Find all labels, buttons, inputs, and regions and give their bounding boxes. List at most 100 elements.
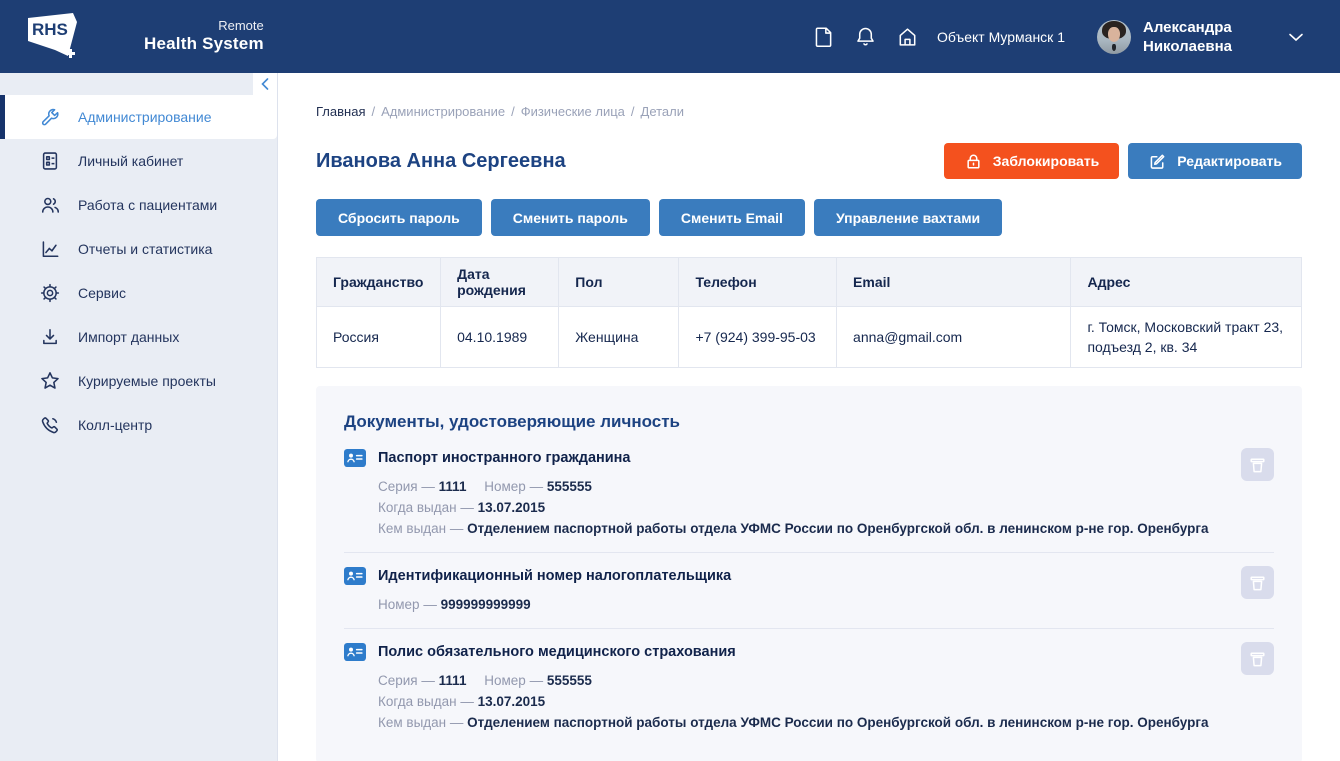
sidebar-item-curated-projects[interactable]: Курируемые проекты bbox=[0, 359, 277, 403]
id-document-icon bbox=[344, 567, 366, 585]
sidebar: Администрирование Личный кабинет bbox=[0, 73, 278, 761]
id-document-icon bbox=[344, 643, 366, 661]
document-field-line: Кем выдан — Отделением паспортной работы… bbox=[378, 712, 1217, 733]
change-password-button[interactable]: Сменить пароль bbox=[491, 199, 650, 236]
user-name[interactable]: Александра Николаевна bbox=[1143, 18, 1232, 56]
breadcrumb-home[interactable]: Главная bbox=[316, 104, 365, 119]
block-button[interactable]: Заблокировать bbox=[944, 143, 1120, 179]
document-field-line: Серия — 1111 Номер — 555555 bbox=[378, 476, 1217, 497]
edit-button[interactable]: Редактировать bbox=[1128, 143, 1302, 179]
download-icon bbox=[38, 325, 62, 349]
user-avatar[interactable] bbox=[1097, 20, 1131, 54]
rhs-logo-icon: RHS bbox=[24, 10, 82, 64]
column-header-citizenship: Гражданство bbox=[317, 258, 441, 307]
document-field-line: Серия — 1111 Номер — 555555 bbox=[378, 670, 1217, 691]
document-title: Паспорт иностранного гражданина bbox=[378, 448, 1217, 468]
delete-document-button[interactable] bbox=[1241, 566, 1274, 599]
sidebar-item-data-import[interactable]: Импорт данных bbox=[0, 315, 277, 359]
divider bbox=[344, 628, 1274, 629]
brand-bottom-text: Health System bbox=[144, 34, 264, 54]
gear-icon bbox=[38, 281, 62, 305]
star-icon bbox=[38, 369, 62, 393]
cell-address: г. Томск, Московский тракт 23, подъезд 2… bbox=[1071, 307, 1302, 368]
cell-citizenship: Россия bbox=[317, 307, 441, 368]
user-menu-chevron-down-icon[interactable] bbox=[1288, 32, 1304, 42]
person-info-table: Гражданство Дата рождения Пол Телефон Em… bbox=[316, 257, 1302, 368]
trash-icon bbox=[1249, 574, 1266, 592]
divider bbox=[344, 552, 1274, 553]
cell-sex: Женщина bbox=[559, 307, 679, 368]
app-header: RHS Remote Health System Объект Мурманс bbox=[0, 0, 1340, 73]
document-title: Идентификационный номер налогоплательщик… bbox=[378, 566, 1217, 586]
sidebar-item-patients[interactable]: Работа с пациентами bbox=[0, 183, 277, 227]
breadcrumb-individuals[interactable]: Физические лица bbox=[521, 104, 625, 119]
user-last-name: Николаевна bbox=[1143, 37, 1232, 56]
block-button-label: Заблокировать bbox=[993, 153, 1100, 169]
document-title: Полис обязательного медицинского страхов… bbox=[378, 642, 1217, 662]
patients-people-icon bbox=[38, 193, 62, 217]
id-document-icon bbox=[344, 449, 366, 467]
brand-top-text: Remote bbox=[144, 19, 264, 34]
main-content: Главная/Администрирование/Физические лиц… bbox=[278, 73, 1340, 761]
document-field-line: Кем выдан — Отделением паспортной работы… bbox=[378, 518, 1217, 539]
documents-section-title: Документы, удостоверяющие личность bbox=[344, 412, 1274, 432]
reset-password-button[interactable]: Сбросить пароль bbox=[316, 199, 482, 236]
chart-line-icon bbox=[38, 237, 62, 261]
sidebar-top-strip bbox=[0, 73, 277, 95]
sidebar-item-reports[interactable]: Отчеты и статистика bbox=[0, 227, 277, 271]
sidebar-item-label: Сервис bbox=[78, 285, 126, 301]
breadcrumb-details: Детали bbox=[641, 104, 685, 119]
documents-icon[interactable] bbox=[811, 25, 835, 49]
document-item-taxpayer-number: Идентификационный номер налогоплательщик… bbox=[344, 566, 1274, 615]
sidebar-item-administration[interactable]: Администрирование bbox=[0, 95, 277, 139]
svg-text:RHS: RHS bbox=[32, 20, 68, 39]
delete-document-button[interactable] bbox=[1241, 448, 1274, 481]
notifications-bell-icon[interactable] bbox=[853, 25, 877, 49]
change-email-button[interactable]: Сменить Email bbox=[659, 199, 805, 236]
identity-documents-section: Документы, удостоверяющие личность Паспо… bbox=[316, 386, 1302, 761]
current-object-label[interactable]: Объект Мурманск 1 bbox=[937, 29, 1065, 45]
table-row: Россия 04.10.1989 Женщина +7 (924) 399-9… bbox=[317, 307, 1302, 368]
sidebar-item-personal-cabinet[interactable]: Личный кабинет bbox=[0, 139, 277, 183]
sidebar-item-label: Отчеты и статистика bbox=[78, 241, 212, 257]
home-icon[interactable] bbox=[895, 25, 919, 49]
document-item-foreign-passport: Паспорт иностранного гражданина Серия — … bbox=[344, 448, 1274, 539]
cell-birthdate: 04.10.1989 bbox=[441, 307, 559, 368]
phone-icon bbox=[38, 413, 62, 437]
delete-document-button[interactable] bbox=[1241, 642, 1274, 675]
column-header-sex: Пол bbox=[559, 258, 679, 307]
document-field-line: Когда выдан — 13.07.2015 bbox=[378, 691, 1217, 712]
edit-button-label: Редактировать bbox=[1177, 153, 1282, 169]
column-header-birthdate: Дата рождения bbox=[441, 258, 559, 307]
sidebar-item-label: Работа с пациентами bbox=[78, 197, 217, 213]
sidebar-item-label: Курируемые проекты bbox=[78, 373, 216, 389]
sidebar-collapse-button[interactable] bbox=[253, 73, 277, 95]
sidebar-item-service[interactable]: Сервис bbox=[0, 271, 277, 315]
lock-icon bbox=[964, 152, 983, 171]
column-header-phone: Телефон bbox=[679, 258, 837, 307]
trash-icon bbox=[1249, 456, 1266, 474]
chevron-left-icon bbox=[261, 78, 269, 90]
sidebar-item-call-center[interactable]: Колл-центр bbox=[0, 403, 277, 447]
sidebar-item-label: Личный кабинет bbox=[78, 153, 183, 169]
shift-management-button[interactable]: Управление вахтами bbox=[814, 199, 1002, 236]
sidebar-item-label: Колл-центр bbox=[78, 417, 152, 433]
document-field-line: Номер — 999999999999 bbox=[378, 594, 1217, 615]
sidebar-item-label: Импорт данных bbox=[78, 329, 179, 345]
breadcrumb-administration[interactable]: Администрирование bbox=[381, 104, 505, 119]
id-card-list-icon bbox=[38, 149, 62, 173]
column-header-email: Email bbox=[837, 258, 1071, 307]
page-title: Иванова Анна Сергеевна bbox=[316, 150, 566, 173]
breadcrumb: Главная/Администрирование/Физические лиц… bbox=[316, 104, 1302, 119]
sidebar-item-label: Администрирование bbox=[78, 109, 212, 125]
document-item-medical-insurance-policy: Полис обязательного медицинского страхов… bbox=[344, 642, 1274, 733]
brand-name: Remote Health System bbox=[144, 19, 264, 53]
edit-pencil-icon bbox=[1148, 152, 1167, 171]
trash-icon bbox=[1249, 650, 1266, 668]
wrench-icon bbox=[38, 105, 62, 129]
document-field-line: Когда выдан — 13.07.2015 bbox=[378, 497, 1217, 518]
column-header-address: Адрес bbox=[1071, 258, 1302, 307]
cell-phone: +7 (924) 399-95-03 bbox=[679, 307, 837, 368]
user-first-name: Александра bbox=[1143, 18, 1232, 37]
cell-email: anna@gmail.com bbox=[837, 307, 1071, 368]
